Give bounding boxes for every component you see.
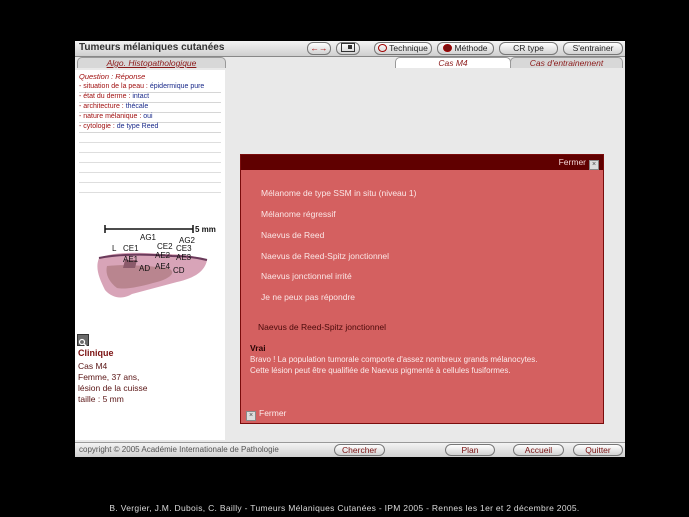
close-button-bottom[interactable]: × Fermer: [246, 408, 286, 421]
methode-button[interactable]: Méthode: [437, 42, 494, 55]
question-key: - état du derme :: [79, 93, 131, 100]
question-key: - architecture :: [79, 103, 124, 110]
question-value: thécale: [125, 103, 149, 110]
question-value: de type Reed: [116, 123, 159, 130]
application-window: Tumeurs mélaniques cutanées ←→ Technique…: [75, 41, 625, 457]
histology-drawing: 5 mm AG1 AG2 L CE1 CE2 CE3 AE1 AE2 AE3 A…: [97, 225, 216, 298]
close-icon: ×: [589, 160, 599, 170]
histo-label: AE3: [176, 253, 192, 262]
entrainer-button[interactable]: S'entrainer: [563, 42, 623, 55]
histo-label: AE2: [155, 251, 171, 260]
title-bar: Tumeurs mélaniques cutanées ←→ Technique…: [75, 41, 625, 57]
technique-label: Technique: [389, 43, 428, 53]
close-button-top[interactable]: Fermer ×: [559, 157, 599, 170]
tab-algo-histopathologique[interactable]: Algo. Histopathologique: [77, 57, 226, 68]
slide-footer: B. Vergier, J.M. Dubois, C. Bailly - Tum…: [109, 503, 580, 513]
plan-button[interactable]: Plan: [445, 444, 495, 456]
histo-label: CE1: [123, 244, 139, 253]
answer-dialog: Fermer × Mélanome de type SSM in situ (ni…: [240, 154, 604, 424]
magnifier-icon[interactable]: [77, 334, 89, 348]
histo-label: L: [112, 244, 117, 253]
slide-view-button[interactable]: [336, 42, 360, 55]
navigate-button[interactable]: ←→: [307, 42, 331, 55]
clinique-line: lésion de la cuisse: [78, 383, 148, 393]
left-panel: Question : Réponse - situation de la pea…: [75, 70, 225, 440]
empty-row: [79, 172, 221, 173]
question-value: intact: [132, 93, 150, 100]
histo-label: AG1: [140, 233, 157, 242]
copyright-text: copyright © 2005 Académie Internationale…: [79, 445, 279, 454]
quitter-button[interactable]: Quitter: [573, 444, 623, 456]
dialog-header: Fermer ×: [241, 155, 603, 170]
verdict-label: Vrai: [250, 343, 266, 353]
clinique-line: taille : 5 mm: [78, 394, 124, 404]
explanation-line: Bravo ! La population tumorale comporte …: [250, 355, 538, 364]
question-value: épidermique pure: [149, 83, 205, 90]
empty-row: [79, 142, 221, 143]
close-label: Fermer: [259, 408, 287, 418]
empty-row: [79, 182, 221, 183]
technique-button[interactable]: Technique: [374, 42, 432, 55]
methode-label: Méthode: [454, 43, 488, 53]
histo-label: CE3: [176, 244, 192, 253]
scale-label: 5 mm: [195, 225, 216, 234]
answer-option[interactable]: Je ne peux pas répondre: [261, 292, 355, 302]
app-title: Tumeurs mélaniques cutanées: [79, 42, 225, 53]
histology-image[interactable]: 5 mm AG1 AG2 L CE1 CE2 CE3 AE1 AE2 AE3 A…: [77, 216, 223, 332]
histo-label: AE4: [155, 262, 171, 271]
question-key: - cytologie :: [79, 123, 115, 130]
radio-selected-icon: [443, 44, 453, 52]
question-key: - situation de la peau :: [79, 83, 148, 90]
close-label: Fermer: [558, 157, 586, 167]
question-row: - cytologie : de type Reed: [79, 122, 221, 133]
bottom-bar: copyright © 2005 Académie Internationale…: [75, 442, 625, 457]
explanation-line: Cette lésion peut être qualifiée de Naev…: [250, 366, 511, 375]
clinique-line: Femme, 37 ans,: [78, 372, 140, 382]
accueil-button[interactable]: Accueil: [513, 444, 564, 456]
question-key: - nature mélanique :: [79, 113, 142, 120]
tab-cas-entrainement[interactable]: Cas d'entrainement: [510, 57, 623, 68]
answer-option[interactable]: Mélanome régressif: [261, 209, 336, 219]
histo-label: AE1: [123, 255, 139, 264]
answer-option[interactable]: Naevus de Reed-Spitz jonctionnel: [261, 251, 389, 261]
empty-row: [79, 192, 221, 193]
question-value: oui: [143, 113, 153, 120]
radio-icon: [378, 44, 388, 52]
slide-icon: [341, 43, 355, 52]
clinique-line: Cas M4: [78, 361, 108, 371]
selected-answer: Naevus de Reed-Spitz jonctionnel: [258, 322, 387, 332]
arrows-icon: ←→: [310, 43, 328, 53]
question-header: Question : Réponse: [79, 72, 146, 81]
cr-type-button[interactable]: CR type: [499, 42, 558, 55]
clinique-title: Clinique: [78, 348, 114, 358]
histo-label: CE2: [157, 242, 173, 251]
empty-row: [79, 162, 221, 163]
histo-label: CD: [173, 266, 185, 275]
answer-option[interactable]: Naevus jonctionnel irrité: [261, 271, 352, 281]
histo-label: AD: [139, 264, 150, 273]
tab-cas-m4[interactable]: Cas M4: [395, 57, 511, 68]
answer-option[interactable]: Mélanome de type SSM in situ (niveau 1): [261, 188, 416, 198]
answer-option[interactable]: Naevus de Reed: [261, 230, 324, 240]
tab-bar: Algo. Histopathologique Cas M4 Cas d'ent…: [75, 57, 625, 69]
close-icon: ×: [246, 411, 256, 421]
chercher-button[interactable]: Chercher: [334, 444, 385, 456]
empty-row: [79, 152, 221, 153]
